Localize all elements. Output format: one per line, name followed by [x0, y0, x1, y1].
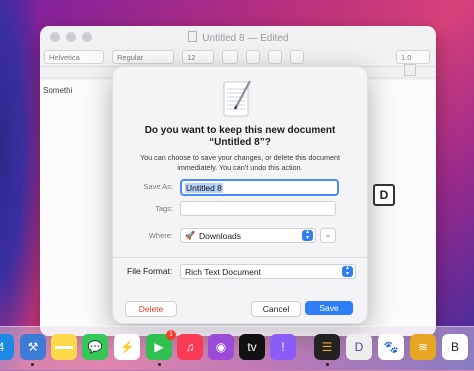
format-toolbar: Helvetica Regular 12 1.0 — [40, 48, 436, 67]
document-text: Somethi — [43, 86, 73, 95]
messenger-icon[interactable]: ⚡ — [114, 334, 140, 360]
file-format-popup[interactable]: Rich Text Document ▴ ▾ — [180, 264, 356, 279]
save-dialog: Do you want to keep this new document “U… — [112, 66, 368, 324]
appletv-icon[interactable]: tv — [239, 334, 265, 360]
bbedit-icon[interactable]: B — [442, 334, 468, 360]
mosaic-icon[interactable]: ☰ — [314, 334, 340, 360]
feedback-icon[interactable]: ! — [270, 334, 296, 360]
tags-label: Tags: — [155, 204, 173, 213]
dialog-description: You can choose to save your changes, or … — [140, 153, 340, 172]
downloads-folder-icon: 🚀 — [185, 231, 195, 240]
delete-button[interactable]: Delete — [125, 301, 177, 317]
color-well[interactable] — [222, 50, 238, 64]
dialog-heading: Do you want to keep this new document “U… — [144, 125, 336, 148]
desktop-wallpaper — [0, 0, 40, 370]
running-indicator — [158, 363, 161, 366]
window-title: Untitled 8 — Edited — [40, 31, 436, 44]
save-button[interactable]: Save — [305, 301, 353, 315]
running-indicator — [31, 363, 34, 366]
file-format-value: Rich Text Document — [185, 266, 261, 277]
paw-icon[interactable]: 🐾 — [378, 334, 404, 360]
dock: 4 ⚒ 💬 ⚡ ▶ 1 ♫ ◉ tv ! ☰ D 🐾 ≋ B — [0, 326, 474, 371]
floating-app-icon[interactable]: D — [373, 184, 395, 206]
chevron-updown-icon: ▴ ▾ — [342, 265, 353, 277]
window-titlebar: Untitled 8 — Edited — [40, 26, 436, 48]
podcasts-icon[interactable]: ◉ — [208, 334, 234, 360]
music-icon[interactable]: ♫ — [177, 334, 203, 360]
save-as-label: Save As: — [143, 182, 173, 191]
tags-input[interactable] — [180, 201, 336, 216]
xcode-icon[interactable]: ⚒ — [20, 334, 46, 360]
font-style-popup[interactable]: Regular — [112, 50, 174, 64]
facetime-icon[interactable]: ▶ 1 — [146, 330, 176, 360]
document-icon — [187, 31, 197, 42]
underline-button[interactable] — [290, 50, 304, 64]
where-label: Where: — [148, 231, 173, 240]
ruler-marker — [404, 64, 416, 76]
save-as-value: Untitled 8 — [185, 182, 223, 193]
file-format-label: File Format: — [127, 266, 173, 276]
dash-icon[interactable]: D — [346, 334, 372, 360]
font-size-popup[interactable]: 12 — [182, 50, 214, 64]
app-store-icon[interactable]: 4 — [0, 334, 14, 360]
save-as-input[interactable]: Untitled 8 — [180, 179, 339, 196]
where-popup[interactable]: 🚀 Downloads ▴ ▾ — [180, 228, 316, 243]
running-indicator — [326, 363, 329, 366]
font-family-popup[interactable]: Helvetica — [44, 50, 104, 64]
divider — [113, 257, 367, 258]
notes-icon[interactable] — [51, 334, 77, 360]
stack-icon[interactable]: ≋ — [410, 334, 436, 360]
textedit-document-icon — [223, 80, 251, 117]
messages-icon[interactable]: 💬 — [82, 334, 108, 360]
line-spacing-popup[interactable]: 1.0 — [396, 50, 430, 64]
italic-button[interactable] — [268, 50, 282, 64]
bold-button[interactable] — [246, 50, 260, 64]
expand-browser-button[interactable]: ⌄ — [320, 228, 336, 243]
chevron-updown-icon: ▴ ▾ — [302, 229, 313, 241]
cancel-button[interactable]: Cancel — [251, 301, 301, 317]
where-value: Downloads — [198, 230, 242, 241]
notification-badge: 1 — [166, 330, 176, 340]
